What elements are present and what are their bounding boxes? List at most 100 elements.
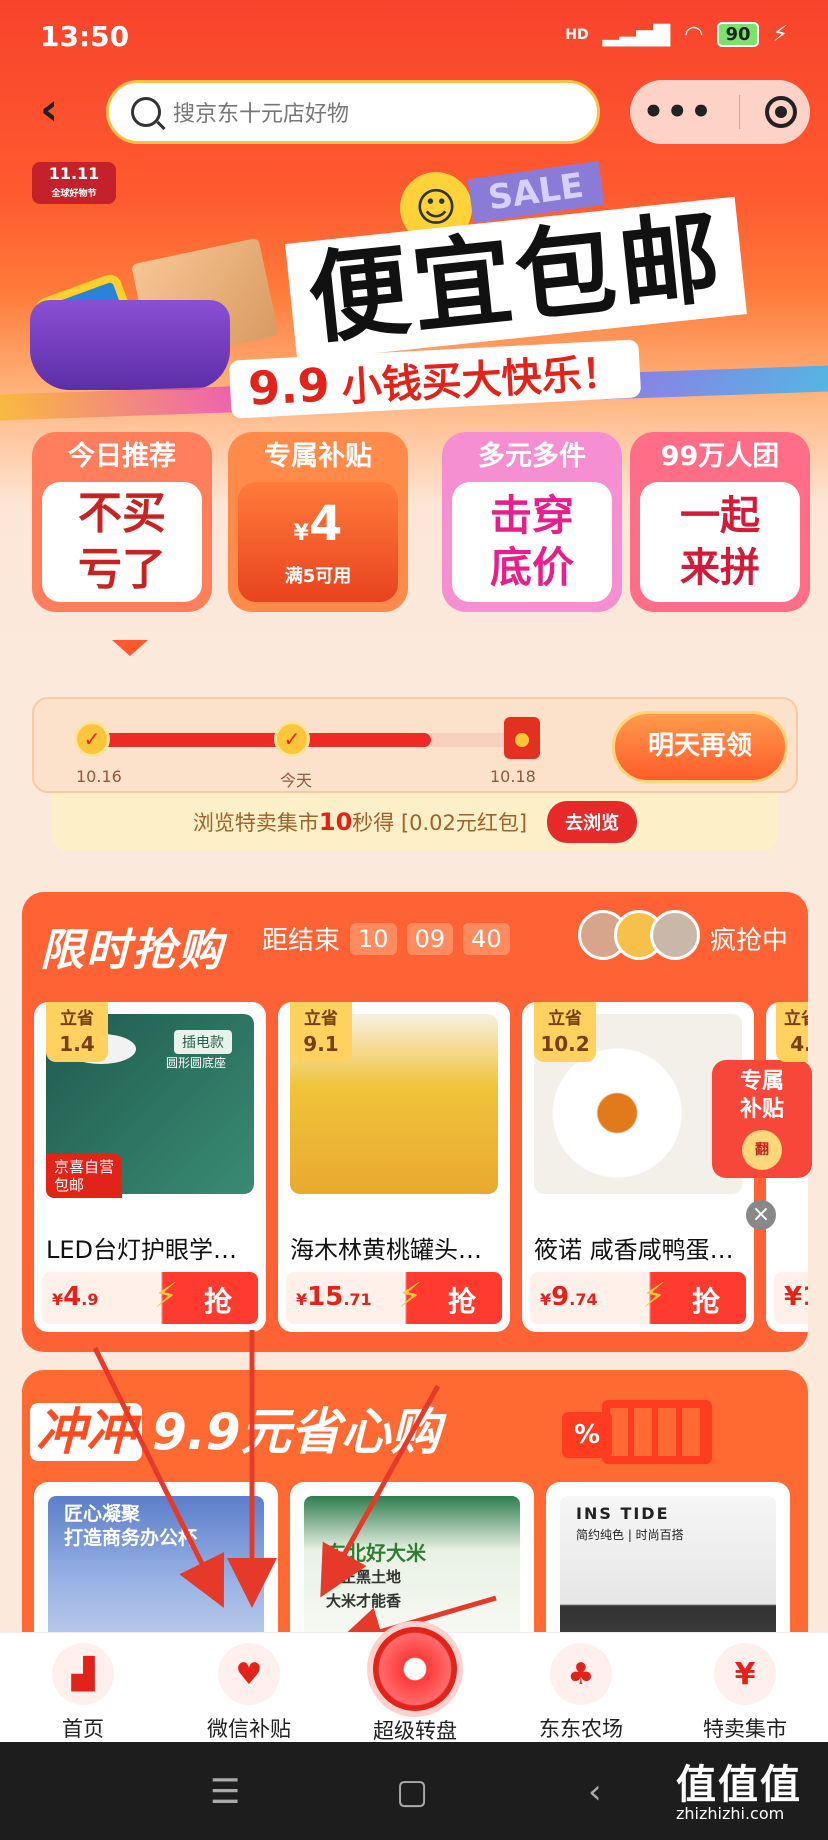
close-icon: × — [751, 1202, 771, 1227]
save-badge: 立省 10.2 — [534, 1002, 596, 1062]
price-int: 15 — [307, 1282, 344, 1312]
tile-line: 东北好大米 — [326, 1541, 426, 1565]
search-bar[interactable]: 搜京东十元店好物 — [106, 80, 600, 144]
exclusive-subsidy-float[interactable]: 专属 补贴 翻 — [712, 1060, 812, 1178]
signal-icon: ▂▃▅▇ — [602, 22, 671, 47]
network-label: HD — [565, 26, 589, 43]
double11-badge: 11.11 全球好物节 — [32, 162, 116, 204]
checkin-progress: ✓ ✓ 10.16 今天 10.18 明天再领 — [32, 697, 798, 793]
card-today-recommend[interactable]: 今日推荐 不买 亏了 — [32, 432, 212, 612]
countdown-hours: 10 — [350, 922, 397, 955]
grab-button[interactable]: 抢 — [448, 1280, 476, 1320]
tile-text: 匠心凝聚 打造商务办公杯 — [64, 1502, 197, 1550]
coin-icon: 翻 — [742, 1130, 782, 1170]
tab-wechat-subsidy[interactable]: ♥ 微信补贴 — [174, 1643, 324, 1743]
tile-text: INS TIDE 简约纯色 | 时尚百搭 — [576, 1504, 684, 1545]
card-exclusive-subsidy[interactable]: 专属补贴 ¥4 满5可用 — [228, 432, 408, 612]
section-badge: 冲冲 — [30, 1403, 142, 1461]
product-name: LED台灯护眼学… — [46, 1236, 238, 1264]
tile-line: 打造商务办公杯 — [64, 1527, 198, 1549]
price-bar: ¥1 — [774, 1272, 808, 1324]
tree-icon: ♣ — [550, 1643, 612, 1705]
watermark-url: zhizhizhi.com — [676, 1804, 785, 1823]
card-body: 击穿 底价 — [452, 482, 612, 602]
shopping-cart-icon: % — [562, 1384, 712, 1474]
flash-sale-section: 限时抢购 距结束 10 09 40 疯抢中 立省 1.4 插电款 圆形圆底座 京喜… — [22, 892, 808, 1352]
grab-button[interactable]: 抢 — [692, 1280, 720, 1320]
promo-banner[interactable]: 11.11 全球好物节 ☺ SALE 便宜包邮 9.9 小钱买大快乐！ — [0, 150, 828, 421]
save-amount: 1.4 — [59, 1032, 95, 1056]
card-line1: 一起 — [680, 493, 760, 539]
buyer-avatars — [578, 910, 700, 960]
home-icon: ▟ — [52, 1643, 114, 1705]
price-bar: ¥15.71 ⚡ 抢 — [286, 1272, 502, 1324]
check-icon: ✓ — [274, 721, 310, 757]
card-head: 多元多件 — [478, 441, 586, 472]
coupon-currency: ¥ — [293, 521, 309, 546]
entry-cards: 今日推荐 不买 亏了 专属补贴 ¥4 满5可用 多元多件 击穿 底价 99万人团… — [32, 432, 810, 622]
coupon-condition: 满5可用 — [284, 566, 352, 587]
check-icon: ✓ — [74, 721, 110, 757]
tile-line: 匠心凝聚 — [64, 1503, 141, 1525]
flash-sale-status[interactable]: 疯抢中 — [710, 920, 788, 957]
save-badge: 立省 4. — [776, 1002, 808, 1062]
browse-task-bar: 浏览特卖集市10秒得 [0.02元红包] 去浏览 — [52, 793, 778, 851]
lightning-icon: ⚡ — [398, 1276, 422, 1316]
product-card[interactable]: 立省 1.4 插电款 圆形圆底座 京喜自营 包邮 LED台灯护眼学… ¥4.9 ⚡ … — [34, 1002, 266, 1332]
card-group-buy[interactable]: 99万人团 一起 来拼 — [630, 432, 810, 612]
save-label: 立省 — [304, 1009, 338, 1029]
claim-tomorrow-button[interactable]: 明天再领 — [612, 711, 788, 783]
float-line: 补贴 — [739, 1097, 784, 1122]
float-line: 专属 — [739, 1069, 784, 1094]
tab-farm[interactable]: ♣ 东东农场 — [506, 1643, 656, 1743]
more-menu-button[interactable]: ••• — [643, 92, 714, 132]
image-subcaption: 圆形圆底座 — [166, 1056, 227, 1070]
progress-fill — [96, 733, 432, 747]
product-card[interactable]: 立省 9.1 海木林黄桃罐头… ¥15.71 ⚡ 抢 — [278, 1002, 510, 1332]
price-int: 4 — [63, 1282, 82, 1312]
red-packet-icon — [504, 717, 540, 759]
card-multi-items[interactable]: 多元多件 击穿 底价 — [442, 432, 622, 612]
countdown-minutes: 09 — [406, 922, 454, 955]
miniapp-capsule: ••• — [630, 80, 810, 144]
card-line1: 不买 — [78, 488, 166, 539]
close-miniapp-button[interactable] — [765, 96, 798, 128]
save-badge: 立省 9.1 — [290, 1002, 352, 1062]
tab-sale-market[interactable]: ¥ 特卖集市 — [670, 1643, 820, 1743]
tab-home[interactable]: ▟ 首页 — [8, 1643, 158, 1743]
capsule-divider — [739, 95, 741, 129]
browse-seconds: 10 — [318, 808, 353, 836]
card-body: 不买 亏了 — [42, 482, 202, 602]
card-line2: 来拼 — [680, 545, 760, 591]
countdown-seconds: 40 — [463, 922, 510, 955]
progress-day-label: 10.18 — [490, 767, 536, 786]
coin-text: 翻 — [755, 1142, 769, 1158]
tag-line: 京喜自营 — [54, 1158, 115, 1176]
grab-button[interactable]: 抢 — [204, 1280, 232, 1320]
save-badge: 立省 1.4 — [46, 1002, 108, 1062]
section-title: 冲冲 9.9元省心购 — [30, 1392, 451, 1464]
tab-super-wheel[interactable]: 超级转盘 — [340, 1621, 490, 1745]
status-time: 13:50 — [40, 20, 130, 53]
chevron-left-icon: ‹ — [40, 84, 59, 135]
price-bar: ¥9.74 ⚡ 抢 — [530, 1272, 746, 1324]
save-amount: 4. — [790, 1032, 808, 1056]
close-float-button[interactable]: × — [746, 1200, 776, 1230]
product-price: ¥1 — [784, 1282, 808, 1312]
price-int: 9 — [551, 1282, 570, 1312]
product-price: ¥9.74 — [540, 1282, 598, 1312]
back-nav-icon[interactable]: ‹ — [588, 1772, 602, 1812]
save-label: 立省 — [784, 1009, 808, 1029]
coupon-icon: ¥ — [714, 1643, 776, 1705]
back-button[interactable]: ‹ — [40, 88, 76, 132]
tab-label: 超级转盘 — [373, 1719, 457, 1743]
tag-line: 包邮 — [54, 1176, 85, 1194]
home-square-icon[interactable]: ▢ — [396, 1772, 428, 1812]
search-placeholder: 搜京东十元店好物 — [173, 102, 350, 127]
menu-icon[interactable]: ☰ — [210, 1772, 240, 1812]
card-line1: 击穿 — [489, 491, 574, 540]
go-browse-button[interactable]: 去浏览 — [547, 801, 638, 843]
coupon-value: 4 — [308, 496, 343, 552]
tile-line: 大米才能香 — [326, 1592, 402, 1610]
selected-card-pointer — [112, 640, 148, 656]
